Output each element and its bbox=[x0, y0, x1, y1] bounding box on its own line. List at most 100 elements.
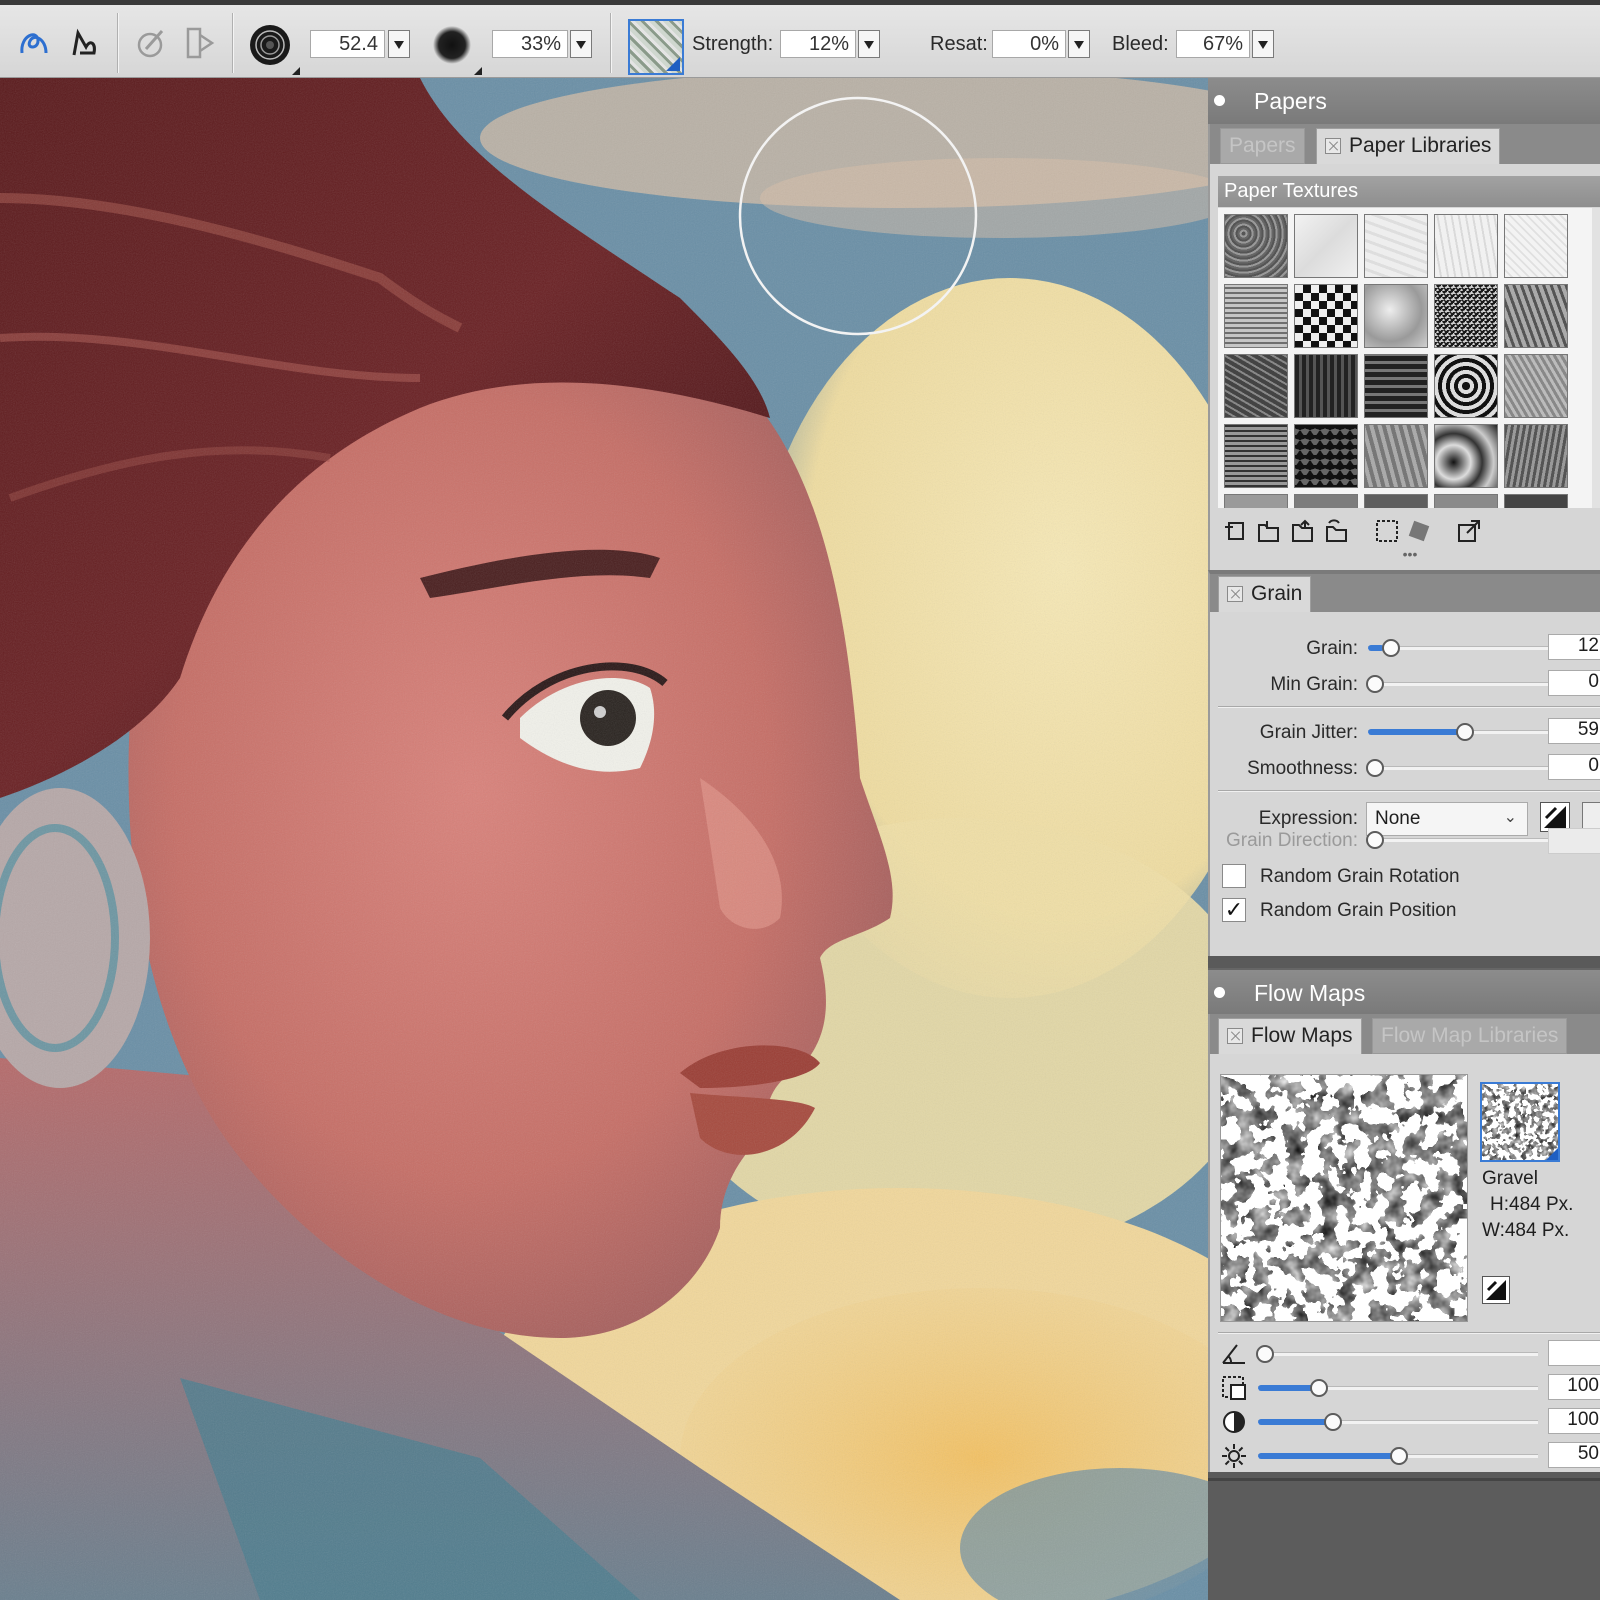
resat-field[interactable]: 0% bbox=[992, 30, 1066, 58]
flowmaps-panel-header[interactable]: Flow Maps bbox=[1208, 968, 1600, 1014]
open-library-icon[interactable] bbox=[1454, 516, 1484, 546]
tab-paper-libraries-label: Paper Libraries bbox=[1349, 134, 1492, 157]
make-paper-icon[interactable] bbox=[1404, 516, 1434, 546]
expression-select[interactable]: None ⌄ bbox=[1366, 802, 1528, 836]
brightness-value[interactable]: 50 bbox=[1548, 1442, 1600, 1468]
min-grain-value[interactable]: 0 bbox=[1548, 670, 1600, 696]
paper-thumb[interactable] bbox=[1224, 284, 1288, 348]
brush-size-icon[interactable] bbox=[248, 23, 292, 67]
min-grain-slider-track[interactable] bbox=[1368, 682, 1548, 686]
paper-thumb[interactable] bbox=[1294, 354, 1358, 418]
scale-value[interactable]: 100 bbox=[1548, 1374, 1600, 1400]
paper-thumb[interactable] bbox=[1364, 284, 1428, 348]
chevron-down-icon: ⌄ bbox=[1503, 809, 1517, 826]
paper-thumb[interactable] bbox=[1294, 494, 1358, 508]
brightness-slider-knob[interactable] bbox=[1390, 1447, 1408, 1465]
bleed-dropdown[interactable] bbox=[1252, 30, 1274, 58]
grain-value[interactable]: 12 bbox=[1548, 634, 1600, 660]
opacity-dot-icon[interactable] bbox=[432, 25, 472, 65]
restore-paper-icon[interactable] bbox=[1322, 516, 1352, 546]
export-paper-icon[interactable] bbox=[1288, 516, 1318, 546]
random-grain-rotation-checkbox[interactable] bbox=[1222, 864, 1246, 888]
paper-thumb[interactable] bbox=[1294, 284, 1358, 348]
brush-size-field[interactable]: 52.4 bbox=[310, 30, 385, 58]
tab-grain[interactable]: Grain bbox=[1218, 576, 1312, 612]
tab-flow-map-libraries[interactable]: Flow Map Libraries bbox=[1372, 1018, 1568, 1054]
section-divider bbox=[1218, 706, 1600, 708]
flow-map-thumbnail[interactable] bbox=[1480, 1082, 1560, 1162]
paper-thumb[interactable] bbox=[1364, 354, 1428, 418]
paper-thumb[interactable] bbox=[1224, 214, 1288, 278]
flow-map-preview bbox=[1220, 1074, 1468, 1322]
smoothness-label: Smoothness: bbox=[1247, 758, 1358, 779]
strength-dropdown[interactable] bbox=[858, 30, 880, 58]
paper-textures-header[interactable]: Paper Textures bbox=[1218, 176, 1600, 207]
paper-thumb[interactable] bbox=[1504, 494, 1568, 508]
angle-slider-knob[interactable] bbox=[1256, 1345, 1274, 1363]
paper-thumb[interactable] bbox=[1224, 424, 1288, 488]
close-tab-icon[interactable] bbox=[1325, 138, 1341, 154]
import-paper-icon[interactable] bbox=[1254, 516, 1284, 546]
paper-grid-scrollbar[interactable] bbox=[1592, 208, 1600, 508]
angle-slider-track[interactable] bbox=[1258, 1352, 1538, 1356]
strength-field[interactable]: 12% bbox=[780, 30, 856, 58]
smoothness-slider-track[interactable] bbox=[1368, 766, 1548, 770]
paper-thumb[interactable] bbox=[1364, 494, 1428, 508]
scale-slider-knob[interactable] bbox=[1310, 1379, 1328, 1397]
capture-selection-icon[interactable] bbox=[1372, 516, 1402, 546]
opacity-field[interactable]: 33% bbox=[492, 30, 568, 58]
grain-direction-slider-knob[interactable] bbox=[1366, 831, 1384, 849]
document-canvas[interactable] bbox=[0, 78, 1208, 1600]
tab-papers[interactable]: Papers bbox=[1220, 128, 1305, 164]
opacity-options-arrow[interactable] bbox=[474, 67, 482, 75]
paper-thumb[interactable] bbox=[1294, 424, 1358, 488]
resat-dropdown[interactable] bbox=[1068, 30, 1090, 58]
paper-thumb[interactable] bbox=[1434, 494, 1498, 508]
stroke-freehand-icon[interactable] bbox=[14, 23, 54, 63]
grain-jitter-slider-knob[interactable] bbox=[1456, 723, 1474, 741]
close-tab-icon[interactable] bbox=[1227, 586, 1243, 602]
paper-thumb[interactable] bbox=[1364, 214, 1428, 278]
papers-panel-header[interactable]: Papers bbox=[1208, 78, 1600, 124]
random-grain-position-checkbox[interactable]: ✓ bbox=[1222, 898, 1246, 922]
panel-collapse-dot[interactable] bbox=[1214, 987, 1225, 998]
eyedropper-brush-icon[interactable] bbox=[130, 23, 170, 63]
bleed-field[interactable]: 67% bbox=[1176, 30, 1250, 58]
paper-texture-swatch-icon[interactable] bbox=[628, 19, 684, 75]
paper-thumb[interactable] bbox=[1434, 214, 1498, 278]
paper-thumb[interactable] bbox=[1504, 214, 1568, 278]
opacity-dropdown[interactable] bbox=[570, 30, 592, 58]
min-grain-slider-knob[interactable] bbox=[1366, 675, 1384, 693]
paper-thumb[interactable] bbox=[1434, 284, 1498, 348]
paper-thumb[interactable] bbox=[1504, 424, 1568, 488]
panel-resize-handle[interactable]: ••• bbox=[1390, 547, 1430, 561]
grain-slider-knob[interactable] bbox=[1382, 639, 1400, 657]
grain-jitter-value[interactable]: 59 bbox=[1548, 718, 1600, 744]
smoothness-value[interactable]: 0 bbox=[1548, 754, 1600, 780]
smoothness-slider-knob[interactable] bbox=[1366, 759, 1384, 777]
size-options-arrow[interactable] bbox=[292, 67, 300, 75]
paper-thumb[interactable] bbox=[1364, 424, 1428, 488]
grain-direction-slider-track[interactable] bbox=[1368, 838, 1548, 842]
paper-thumb[interactable] bbox=[1224, 494, 1288, 508]
paper-thumb[interactable] bbox=[1434, 354, 1498, 418]
stroke-straight-icon[interactable] bbox=[64, 23, 104, 63]
contrast-value[interactable]: 100 bbox=[1548, 1408, 1600, 1434]
panel-collapse-dot[interactable] bbox=[1214, 95, 1225, 106]
grain-direction-value[interactable] bbox=[1548, 828, 1600, 854]
paper-thumb[interactable] bbox=[1434, 424, 1498, 488]
new-paper-icon[interactable] bbox=[1220, 516, 1250, 546]
clone-source-icon[interactable] bbox=[180, 23, 220, 63]
tab-flow-maps[interactable]: Flow Maps bbox=[1218, 1018, 1362, 1054]
close-tab-icon[interactable] bbox=[1227, 1028, 1243, 1044]
paper-thumb[interactable] bbox=[1294, 214, 1358, 278]
contrast-slider-knob[interactable] bbox=[1324, 1413, 1342, 1431]
paper-thumb[interactable] bbox=[1504, 284, 1568, 348]
tab-paper-libraries[interactable]: Paper Libraries bbox=[1316, 128, 1501, 164]
paper-thumb[interactable] bbox=[1224, 354, 1288, 418]
brush-size-dropdown[interactable] bbox=[388, 30, 410, 58]
angle-value[interactable] bbox=[1548, 1340, 1600, 1366]
paper-thumb[interactable] bbox=[1504, 354, 1568, 418]
invert-flow-map-icon[interactable] bbox=[1482, 1276, 1510, 1304]
panel-dock-empty bbox=[1208, 1478, 1600, 1600]
